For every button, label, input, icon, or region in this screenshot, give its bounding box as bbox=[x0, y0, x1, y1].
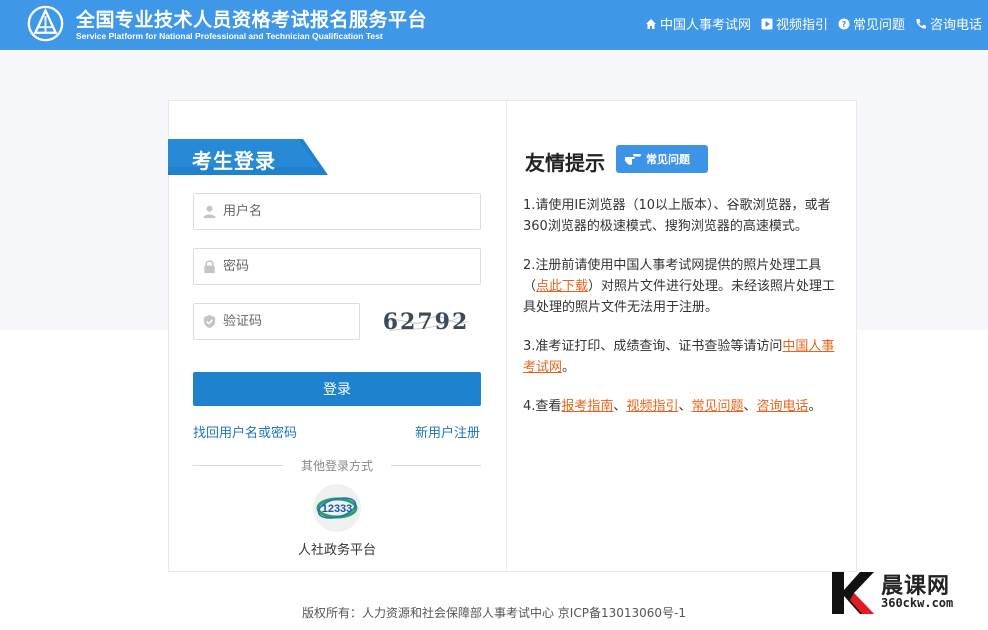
faq-badge-label: 常见问题 bbox=[646, 153, 690, 166]
tip-text: 。 bbox=[562, 360, 576, 375]
faq-badge-button[interactable]: 常见问题 bbox=[616, 145, 708, 173]
tip-text: 。 bbox=[808, 399, 822, 414]
password-field[interactable] bbox=[193, 248, 481, 285]
video-guide-link[interactable]: 视频指引 bbox=[626, 399, 678, 414]
gov-platform-label: 人社政务平台 bbox=[297, 543, 376, 558]
tip-item-2: 2.注册前请使用中国人事考试网提供的照片处理工具（点此下载）对照片文件进行处理。… bbox=[523, 255, 841, 318]
tip-item-1: 1.请使用IE浏览器（10以上版本）、谷歌浏览器，或者360浏览器的极速模式、搜… bbox=[523, 198, 831, 234]
tip-separator: 、 bbox=[743, 399, 757, 414]
login-tab-title: 考生登录 bbox=[192, 149, 276, 173]
top-nav: 中国人事考试网 视频指引 ? 常见问题 咨询电话 bbox=[645, 14, 982, 33]
other-login-methods-divider: 其他登录方式 bbox=[193, 457, 481, 473]
exam-guide-link[interactable]: 报考指南 bbox=[561, 399, 613, 414]
captcha-input[interactable] bbox=[223, 314, 343, 329]
captcha-image[interactable]: 62792 bbox=[384, 301, 469, 341]
card-divider bbox=[506, 101, 507, 571]
svg-text:?: ? bbox=[842, 20, 847, 29]
phone-icon bbox=[916, 18, 926, 29]
question-icon: ? bbox=[838, 18, 850, 29]
forgot-credentials-link[interactable]: 找回用户名或密码 bbox=[193, 422, 297, 441]
home-icon bbox=[645, 18, 656, 29]
pointing-hand-icon bbox=[625, 154, 641, 165]
shield-icon bbox=[203, 314, 216, 329]
captcha-field[interactable] bbox=[193, 303, 360, 340]
play-icon bbox=[761, 18, 773, 29]
nav-cpta-home[interactable]: 中国人事考试网 bbox=[645, 14, 751, 33]
platform-logo-icon bbox=[27, 5, 64, 42]
username-field[interactable] bbox=[193, 193, 481, 230]
divider-line bbox=[391, 465, 481, 466]
tip-separator: 、 bbox=[678, 399, 692, 414]
tip-separator: 、 bbox=[613, 399, 627, 414]
register-link[interactable]: 新用户注册 bbox=[415, 422, 480, 441]
watermark-k-logo-icon bbox=[832, 572, 874, 614]
nav-label: 常见问题 bbox=[852, 18, 905, 33]
tip-text: 4.查看 bbox=[523, 399, 562, 414]
hotline-link[interactable]: 咨询电话 bbox=[757, 399, 809, 414]
nav-hotline[interactable]: 咨询电话 bbox=[915, 14, 982, 33]
password-input[interactable] bbox=[223, 259, 443, 274]
watermark-domain: 360ckw.com bbox=[881, 596, 954, 610]
header-bar: 全国专业技术人员资格考试报名服务平台 Service Platform for … bbox=[0, 0, 988, 50]
nav-label: 中国人事考试网 bbox=[659, 18, 751, 33]
platform-title: 全国专业技术人员资格考试报名服务平台 bbox=[76, 9, 428, 31]
nav-faq[interactable]: ? 常见问题 bbox=[838, 14, 905, 33]
lock-icon bbox=[204, 260, 215, 274]
login-button[interactable]: 登录 bbox=[193, 372, 481, 406]
tip-item-3: 3.准考证打印、成绩查询、证书查验等请访问中国人事考试网。 bbox=[523, 336, 841, 378]
gov-icon-text: 12333 bbox=[322, 503, 353, 515]
nav-video-guide[interactable]: 视频指引 bbox=[761, 14, 828, 33]
faq-link[interactable]: 常见问题 bbox=[691, 399, 743, 414]
site-watermark: 晨课网 360ckw.com bbox=[830, 568, 980, 618]
hrss-gov-platform-icon[interactable]: 12333 bbox=[312, 483, 362, 533]
photo-tool-download-link[interactable]: 点此下载 bbox=[536, 279, 588, 294]
tip-item-4: 4.查看报考指南、视频指引、常见问题、咨询电话。 bbox=[523, 396, 841, 417]
nav-label: 咨询电话 bbox=[929, 18, 982, 33]
platform-subtitle: Service Platform for National Profession… bbox=[76, 31, 383, 41]
login-card: 考生登录 62792 登录 找回用户名或密码 新用户注册 其他登录方式 1233… bbox=[168, 100, 857, 572]
tips-title: 友情提示 bbox=[525, 151, 605, 175]
user-icon bbox=[203, 205, 216, 219]
username-input[interactable] bbox=[223, 204, 443, 219]
captcha-code: 62792 bbox=[384, 309, 469, 335]
tips-list: 1.请使用IE浏览器（10以上版本）、谷歌浏览器，或者360浏览器的极速模式、搜… bbox=[523, 195, 841, 435]
nav-label: 视频指引 bbox=[775, 18, 828, 33]
tip-text: 3.准考证打印、成绩查询、证书查验等请访问 bbox=[523, 339, 783, 354]
